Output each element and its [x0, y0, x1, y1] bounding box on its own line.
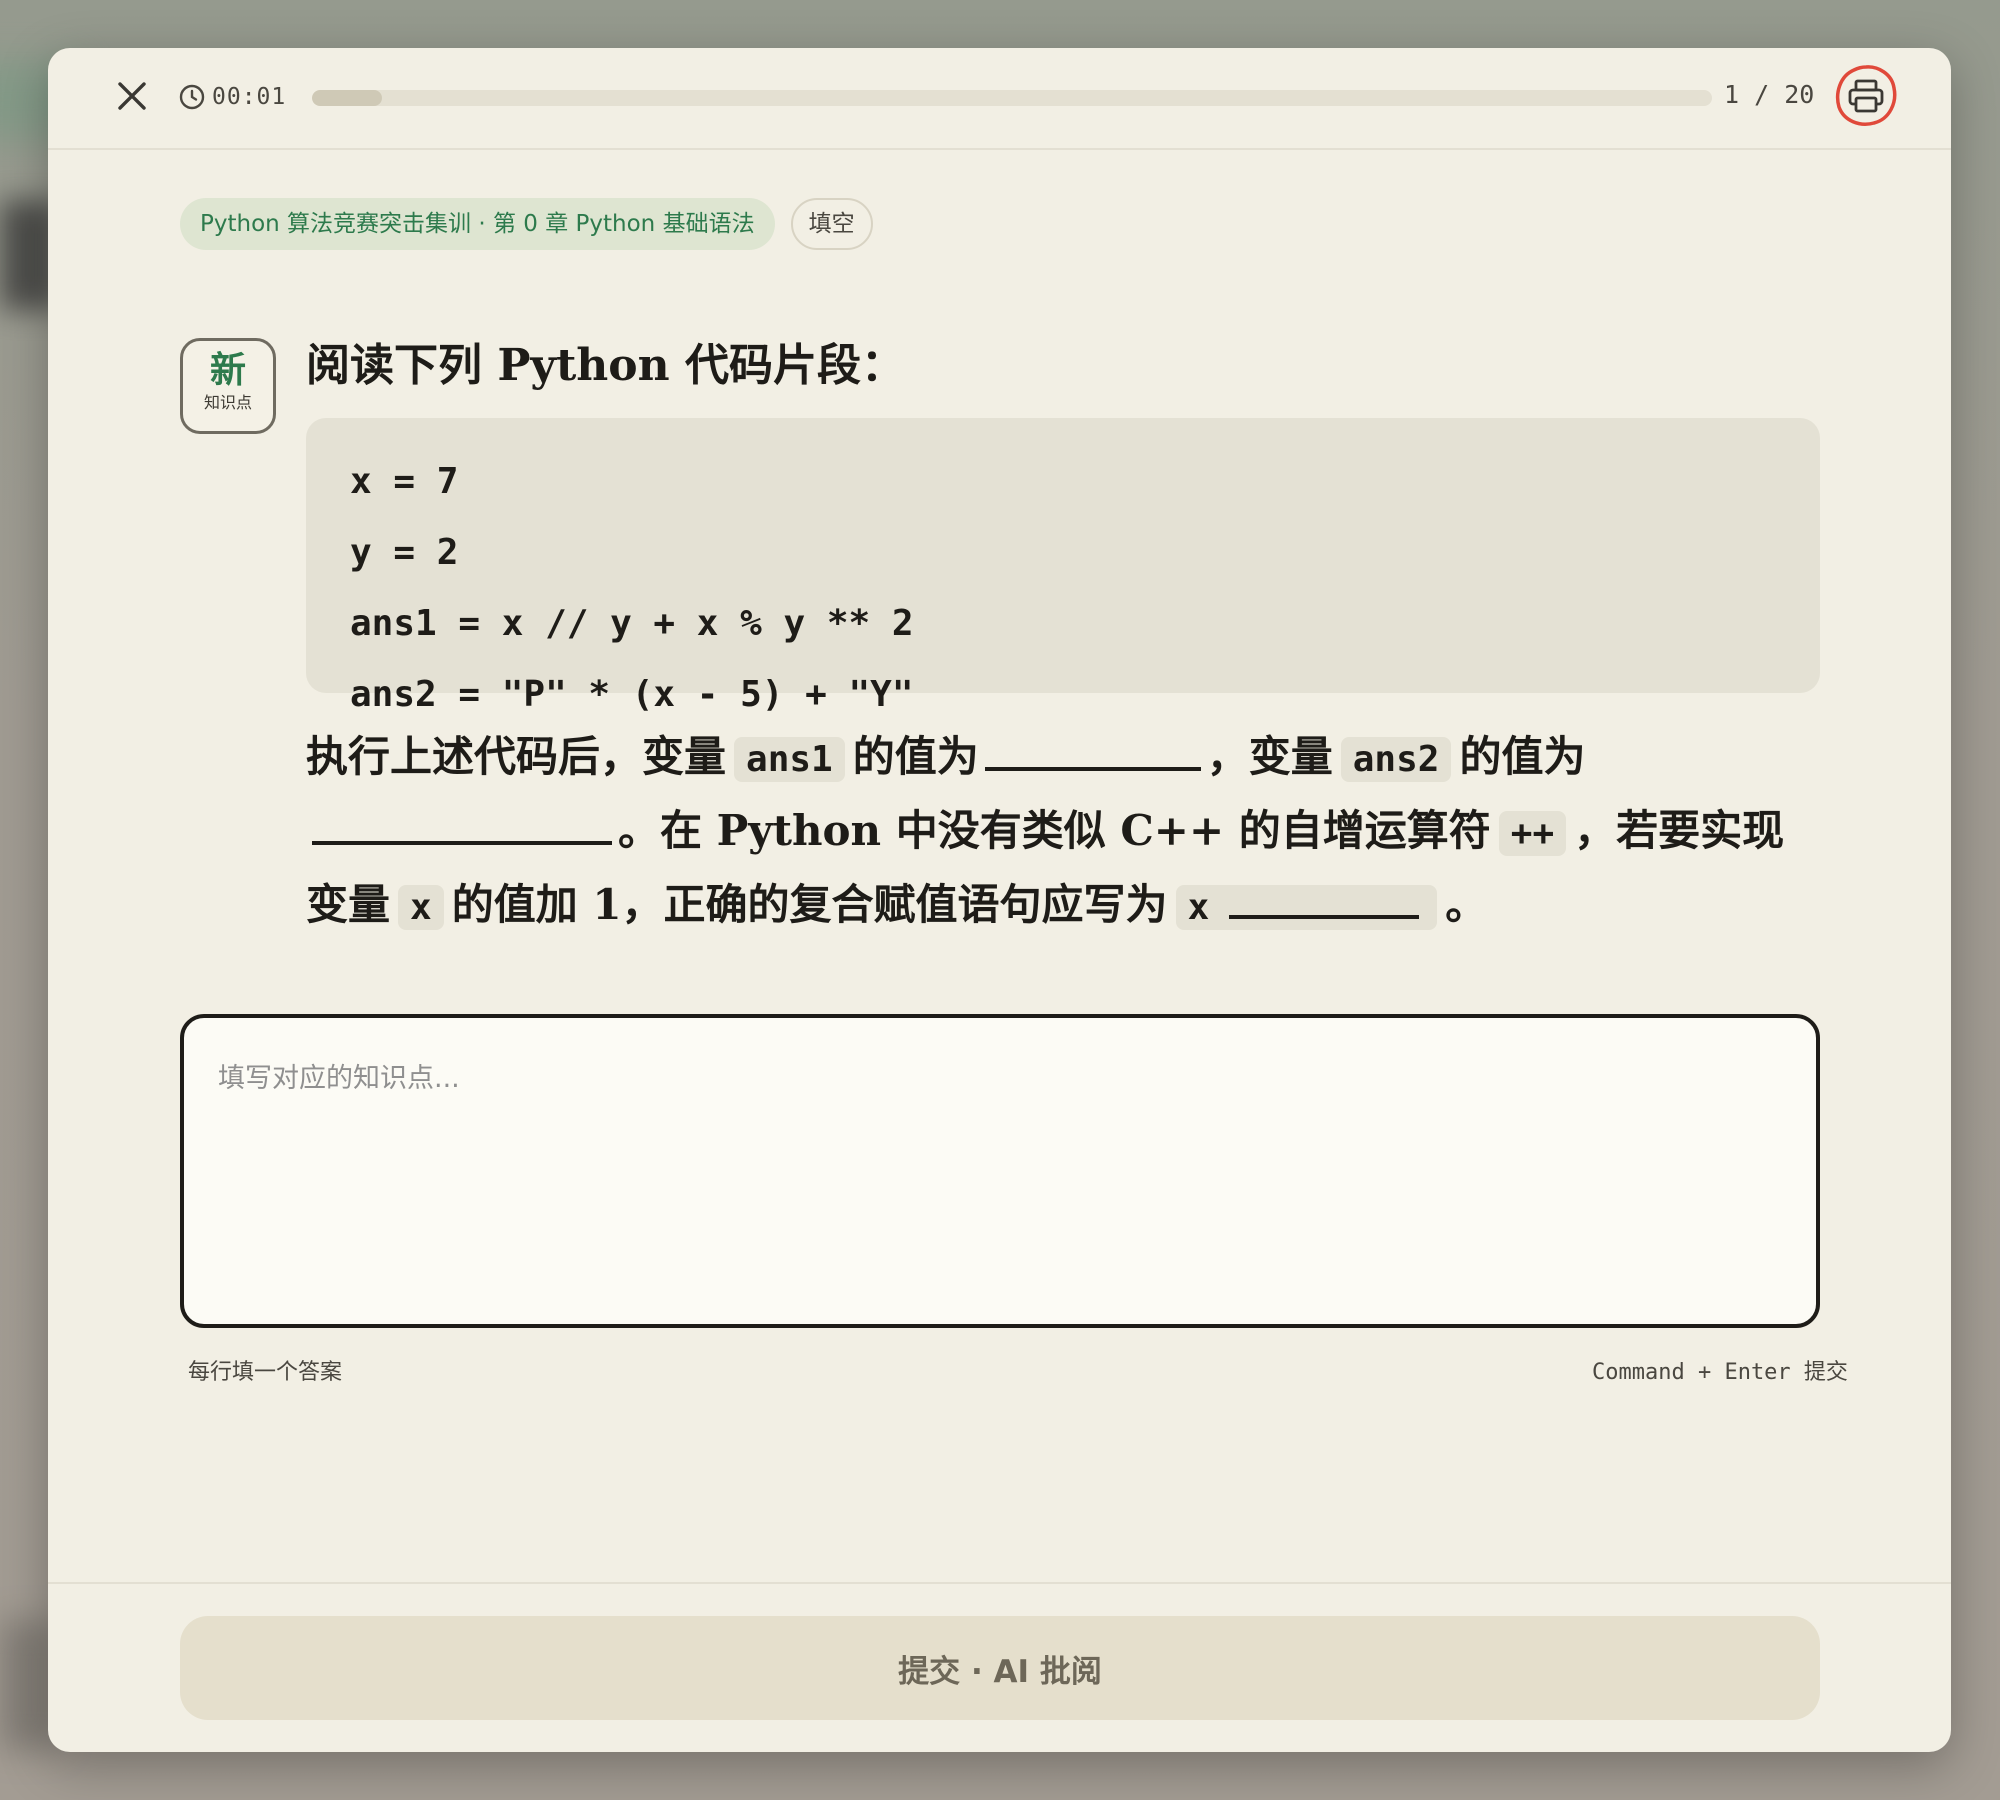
question-content: Python 算法竞赛突击集训 · 第 0 章 Python 基础语法 填空 新…: [180, 198, 1820, 930]
inline-code-text: x: [1187, 887, 1210, 928]
close-button[interactable]: [114, 78, 150, 114]
code-line: y = 2: [350, 532, 459, 573]
code-line: ans1 = x // y + x % y ** 2: [350, 603, 914, 644]
question-title: 阅读下列 Python 代码片段：: [306, 340, 905, 391]
badge-sub-text: 知识点: [203, 393, 252, 412]
close-icon: [118, 82, 146, 110]
inline-code-x-assign: x: [1175, 885, 1438, 930]
badge-main-text: 新: [209, 350, 246, 391]
body-text: 的值为: [1459, 732, 1586, 781]
timer: 00:01: [178, 82, 286, 112]
timer-text: 00:01: [212, 84, 287, 110]
fill-blank-3: [1229, 875, 1420, 919]
body-text: ，变量: [1206, 732, 1333, 781]
quiz-modal: 00:01 1 / 20 Python 算法竞赛突击集训 · 第 0 章 Pyt…: [48, 48, 1951, 1752]
tag-row: Python 算法竞赛突击集训 · 第 0 章 Python 基础语法 填空: [180, 198, 1820, 250]
fill-blank-2: [312, 795, 612, 845]
inline-code-x: x: [398, 885, 444, 930]
code-block: x = 7 y = 2 ans1 = x // y + x % y ** 2 a…: [306, 418, 1820, 715]
progress-bar: [312, 90, 1712, 106]
question-body: 执行上述代码后，变量 ans1 的值为 ，变量 ans2 的值为。在 Python 中没有…: [306, 721, 1820, 943]
answer-hint: 每行填一个答案: [188, 1360, 343, 1385]
code-line: x = 7: [350, 461, 459, 502]
new-knowledge-badge: 新 知识点: [180, 338, 276, 434]
body-text: 的值为: [852, 732, 979, 781]
shortcut-hint: Command + Enter 提交: [1592, 1360, 1848, 1385]
body-text: 执行上述代码后，变量: [306, 732, 727, 781]
print-button[interactable]: [1834, 64, 1898, 128]
inline-code-ans2: ans2: [1340, 737, 1452, 782]
inline-code-plusplus: ++: [1498, 811, 1567, 856]
progress-fill: [312, 90, 382, 106]
fill-blank-1: [984, 721, 1201, 771]
clock-icon: [179, 84, 205, 110]
question-type-tag: 填空: [790, 198, 873, 250]
question-area: 阅读下列 Python 代码片段： x = 7 y = 2 ans1 = x /…: [306, 336, 1820, 943]
question-counter: 1 / 20: [1724, 80, 1815, 109]
body-text: 。在 Python 中没有类似 C++ 的自增运算符: [618, 806, 1491, 855]
course-tag[interactable]: Python 算法竞赛突击集训 · 第 0 章 Python 基础语法: [180, 198, 775, 250]
body-text: 的值加 1，正确的复合赋值语句应写为: [451, 880, 1168, 929]
printer-icon: [1835, 65, 1897, 126]
answer-input[interactable]: [184, 1018, 1816, 1324]
inline-code-ans1: ans1: [734, 737, 845, 782]
answer-box: [180, 1014, 1820, 1328]
body-text: 。: [1445, 880, 1488, 929]
quiz-header: 00:01 1 / 20: [48, 48, 1951, 150]
footer: 提交 · AI 批阅: [48, 1582, 1951, 1752]
submit-ai-review-button[interactable]: 提交 · AI 批阅: [180, 1616, 1820, 1720]
